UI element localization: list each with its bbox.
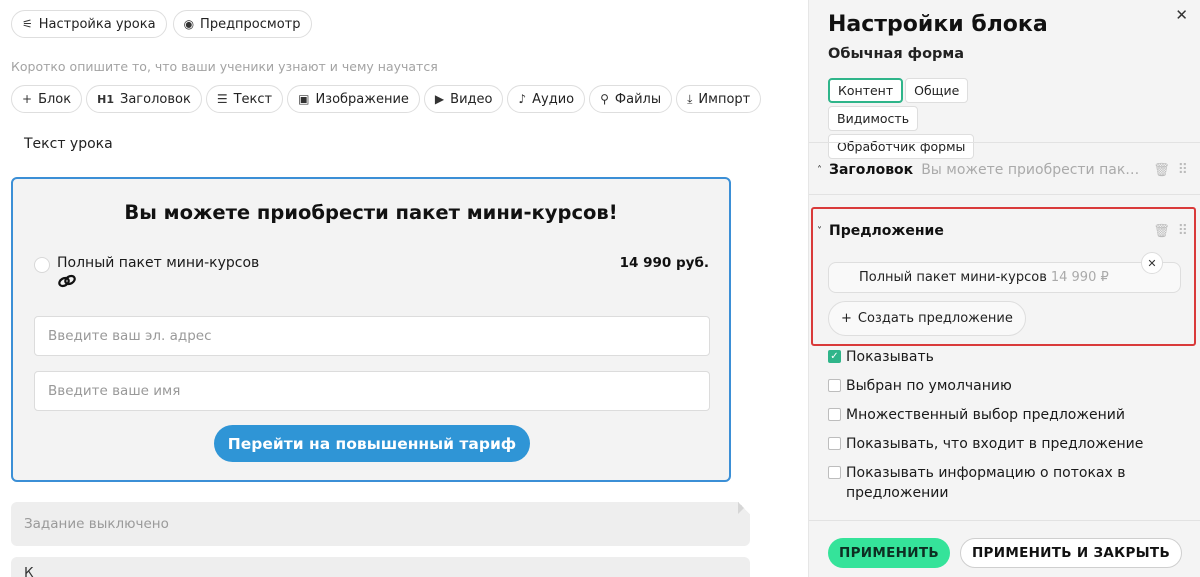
task-block[interactable]: Задание выключено xyxy=(11,502,750,546)
plus-icon: + xyxy=(841,311,852,326)
apply-close-button[interactable]: ПРИМЕНИТЬ И ЗАКРЫТЬ xyxy=(960,538,1182,568)
offer-radio[interactable] xyxy=(34,257,50,273)
next-block[interactable]: К xyxy=(11,557,750,577)
tab-form-handler[interactable]: Обработчик формы xyxy=(828,134,975,159)
image-icon: ▣ xyxy=(298,92,310,106)
checkbox-label: Показывать, что входит в предложение xyxy=(846,436,1144,452)
section-offer-title: Предложение xyxy=(829,223,944,239)
trash-icon[interactable]: 🗑 xyxy=(1153,163,1170,178)
import-label: Импорт xyxy=(698,91,751,107)
upgrade-submit-button[interactable]: Перейти на повышенный тариф xyxy=(214,425,530,462)
apply-button[interactable]: ПРИМЕНИТЬ xyxy=(828,538,950,568)
drag-handle-icon[interactable]: ⠿ xyxy=(1178,223,1188,239)
checkbox-box[interactable] xyxy=(828,466,841,479)
tab-content[interactable]: Контент xyxy=(828,78,904,103)
add-heading-label: Заголовок xyxy=(119,91,191,107)
h1-icon: H1 xyxy=(97,92,114,106)
divider xyxy=(809,142,1200,143)
checkbox-box[interactable] xyxy=(828,437,841,450)
checkbox-show-streams[interactable]: Показывать информацию о потоках в предло… xyxy=(828,463,1168,503)
lesson-settings-label: Настройка урока xyxy=(38,16,156,32)
add-heading-button[interactable]: H1 Заголовок xyxy=(86,85,202,113)
block-toolbar: + Блок H1 Заголовок ☰ Текст ▣ Изображение ▶ В… xyxy=(11,85,762,113)
add-text-label: Текст xyxy=(233,91,273,107)
preview-label: Предпросмотр xyxy=(200,16,301,32)
lesson-description-input[interactable]: Коротко опишите то, что ваши ученики узн… xyxy=(11,59,438,74)
checkbox-box[interactable] xyxy=(828,408,841,421)
offer-item-price: 14 990 ₽ xyxy=(1050,270,1109,285)
next-block-text: К xyxy=(24,565,34,577)
checkbox-label: Множественный выбор предложений xyxy=(846,407,1125,423)
add-image-label: Изображение xyxy=(315,91,409,107)
checkbox-default-selected[interactable]: Выбран по умолчанию xyxy=(828,376,1168,396)
panel-title: Настройки блока xyxy=(828,12,1048,37)
email-field[interactable]: Введите ваш эл. адрес xyxy=(34,316,710,356)
task-disabled-label: Задание выключено xyxy=(24,516,169,532)
remove-offer-icon[interactable]: ✕ xyxy=(1141,252,1163,274)
divider xyxy=(809,194,1200,195)
section-heading-title: Заголовок xyxy=(829,162,914,178)
create-offer-label: Создать предложение xyxy=(857,311,1013,326)
page-fold-corner xyxy=(738,502,750,514)
add-files-label: Файлы xyxy=(614,91,662,107)
offer-name: Полный пакет мини-курсов xyxy=(57,255,260,271)
add-block-button[interactable]: + Блок xyxy=(11,85,83,113)
add-audio-label: Аудио xyxy=(532,91,575,107)
tab-visibility[interactable]: Видимость xyxy=(828,106,919,131)
trash-icon[interactable]: 🗑 xyxy=(1153,224,1170,239)
link-icon[interactable] xyxy=(57,274,77,292)
panel-subtitle: Обычная форма xyxy=(828,46,965,62)
offer-options: ✓ Показывать Выбран по умолчанию Множест… xyxy=(828,347,1168,512)
add-video-button[interactable]: ▶ Видео xyxy=(423,85,504,113)
checkbox-label: Выбран по умолчанию xyxy=(846,378,1012,394)
music-note-icon: ♪ xyxy=(518,92,527,106)
checkbox-show[interactable]: ✓ Показывать xyxy=(828,347,1168,367)
eye-icon: ◉ xyxy=(183,17,195,31)
form-title: Вы можете приобрести пакет мини-курсов! xyxy=(124,201,618,224)
chevron-down-icon[interactable]: ˅ xyxy=(817,226,827,237)
checkbox-label: Показывать информацию о потоках в предло… xyxy=(846,465,1126,501)
checkbox-show-included[interactable]: Показывать, что входит в предложение xyxy=(828,434,1168,454)
form-block[interactable]: Вы можете приобрести пакет мини-курсов! … xyxy=(11,177,731,482)
panel-footer: ПРИМЕНИТЬ ПРИМЕНИТЬ И ЗАКРЫТЬ xyxy=(809,520,1200,577)
create-offer-button[interactable]: + Создать предложение xyxy=(828,301,1026,336)
plus-icon: + xyxy=(22,92,33,106)
lesson-text-block[interactable]: Текст урока xyxy=(24,136,113,152)
checkbox-box[interactable] xyxy=(828,379,841,392)
add-video-label: Видео xyxy=(450,91,493,107)
add-image-button[interactable]: ▣ Изображение xyxy=(287,85,420,113)
download-icon: ⤓ xyxy=(687,91,693,106)
section-offer[interactable]: ˅ Предложение 🗑 ⠿ xyxy=(817,221,1188,241)
checkbox-multi-select[interactable]: Множественный выбор предложений xyxy=(828,405,1168,425)
checkbox-label: Показывать xyxy=(846,349,934,365)
section-heading-preview: Вы можете приобрести пакет м... xyxy=(921,162,1148,178)
import-button[interactable]: ⤓ Импорт xyxy=(676,85,762,113)
sliders-icon: ⚟ xyxy=(22,17,33,31)
chevron-up-icon[interactable]: ˄ xyxy=(817,165,827,176)
lesson-settings-button[interactable]: ⚟ Настройка урока xyxy=(11,10,167,38)
tab-general[interactable]: Общие xyxy=(905,78,969,103)
paperclip-icon: ⚲ xyxy=(600,92,609,106)
text-lines-icon: ☰ xyxy=(216,92,228,106)
video-icon: ▶ xyxy=(434,92,445,106)
offer-price: 14 990 руб. xyxy=(619,255,709,271)
add-files-button[interactable]: ⚲ Файлы xyxy=(589,85,673,113)
add-block-label: Блок xyxy=(38,91,72,107)
block-settings-panel: ✕ Настройки блока Обычная форма Контент … xyxy=(808,0,1200,577)
preview-button[interactable]: ◉ Предпросмотр xyxy=(172,10,312,38)
name-field[interactable]: Введите ваше имя xyxy=(34,371,710,411)
checkmark-icon[interactable]: ✓ xyxy=(828,350,841,363)
lesson-header-actions: ⚟ Настройка урока ◉ Предпросмотр xyxy=(11,10,312,38)
lesson-editor: ⚟ Настройка урока ◉ Предпросмотр Коротко… xyxy=(0,0,808,577)
offer-item-name: Полный пакет мини-курсов xyxy=(859,270,1047,285)
close-icon[interactable]: ✕ xyxy=(1175,6,1188,24)
drag-handle-icon[interactable]: ⠿ xyxy=(1178,162,1188,178)
settings-tabs: Контент Общие Видимость Обработчик формы xyxy=(828,78,1058,159)
offer-item[interactable]: Полный пакет мини-курсов 14 990 ₽ xyxy=(828,262,1181,293)
add-audio-button[interactable]: ♪ Аудио xyxy=(507,85,586,113)
section-heading[interactable]: ˄ Заголовок Вы можете приобрести пакет м… xyxy=(817,160,1188,180)
add-text-button[interactable]: ☰ Текст xyxy=(205,85,284,113)
